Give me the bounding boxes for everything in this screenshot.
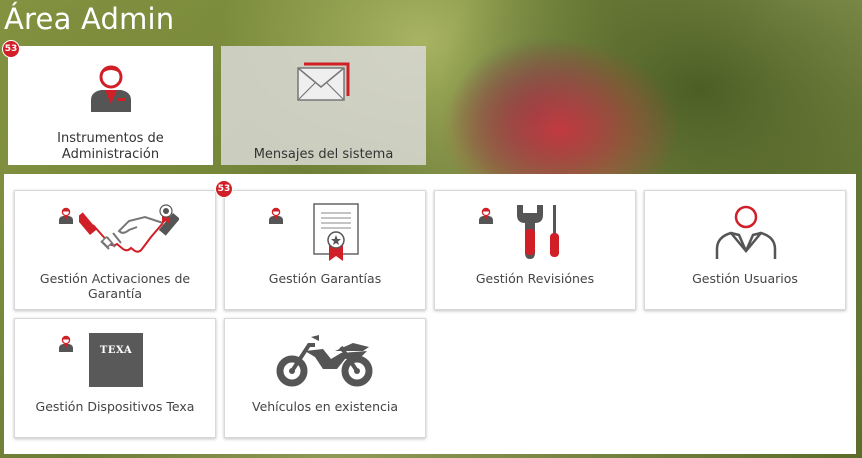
tile-system-messages-label: Mensajes del sistema: [253, 147, 394, 162]
card-warranty-activations-label: Gestión Activaciones de Garantía: [39, 271, 191, 301]
texa-device-icon: TEXA: [89, 333, 143, 387]
wrench-screwdriver-icon: [517, 205, 559, 259]
card-users-label: Gestión Usuarios: [692, 271, 798, 286]
motorcycle-icon: [276, 335, 373, 387]
mini-user-icon: [59, 335, 73, 352]
card-vehicles-in-stock[interactable]: Vehículos en existencia: [224, 318, 426, 438]
card-warranties[interactable]: Gestión Garantías: [224, 190, 426, 310]
user-outline-icon: [715, 205, 777, 259]
card-reviews[interactable]: Gestión Revisiónes: [434, 190, 636, 310]
mini-user-icon: [269, 207, 283, 224]
card-texa-devices-label: Gestión Dispositivos Texa: [35, 399, 195, 414]
certificate-icon: [313, 203, 359, 261]
envelope-icon: [296, 62, 349, 101]
tile-admin-tools[interactable]: Instrumentos de Administración: [8, 46, 213, 165]
notification-badge: 53: [2, 40, 20, 58]
texa-device-text: TEXA: [99, 345, 133, 356]
tile-system-messages[interactable]: Mensajes del sistema: [221, 46, 426, 165]
award-ribbon-icon: [159, 204, 173, 224]
notification-badge: 53: [215, 180, 233, 198]
card-texa-devices[interactable]: TEXA Gestión Dispositivos Texa: [14, 318, 216, 438]
card-users[interactable]: Gestión Usuarios: [644, 190, 846, 310]
card-warranty-activations[interactable]: Gestión Activaciones de Garantía: [14, 190, 216, 310]
admin-tools-panel: Gestión Activaciones de Garantía Gestión: [4, 174, 856, 454]
mini-user-icon: [59, 207, 73, 224]
card-reviews-label: Gestión Revisiónes: [475, 271, 595, 286]
card-vehicles-in-stock-label: Vehículos en existencia: [251, 399, 399, 414]
card-warranties-label: Gestión Garantías: [268, 271, 382, 286]
admin-user-icon: [90, 65, 131, 112]
tile-admin-tools-label: Instrumentos de Administración: [57, 131, 164, 162]
page-title: Área Admin: [4, 2, 175, 36]
mini-user-icon: [479, 207, 493, 224]
